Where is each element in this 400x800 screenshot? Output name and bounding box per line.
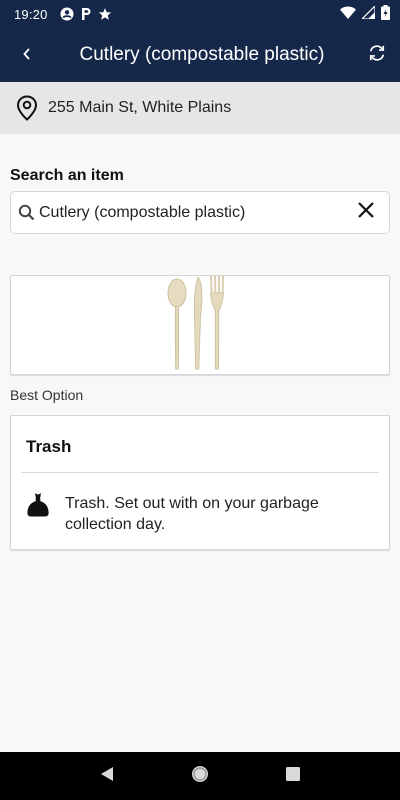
- page-title: Cutlery (compostable plastic): [79, 44, 325, 65]
- option-description: Trash. Set out with on your garbage coll…: [65, 495, 319, 533]
- item-image-card: [10, 275, 390, 375]
- search-label: Search an item: [10, 167, 124, 184]
- refresh-button[interactable]: [354, 28, 400, 82]
- location-bar[interactable]: 255 Main St, White Plains: [0, 82, 400, 134]
- chevron-left-icon: [22, 45, 32, 66]
- signal-icon: [360, 4, 376, 22]
- divider: [21, 472, 379, 473]
- refresh-icon: [367, 43, 387, 68]
- best-option-card[interactable]: Trash Trash. Set out with on your garbag…: [10, 415, 390, 550]
- nav-home-button[interactable]: [180, 756, 220, 796]
- parking-icon: [80, 7, 92, 21]
- status-bar: 19:20: [0, 0, 400, 28]
- recents-square-icon: [285, 766, 301, 787]
- battery-icon: [381, 5, 390, 23]
- best-option-label: Best Option: [10, 387, 84, 403]
- cutlery-image: [165, 273, 235, 378]
- wifi-icon: [340, 6, 356, 22]
- search-icon: [17, 204, 35, 222]
- garbage-bag-icon: [26, 492, 50, 518]
- back-triangle-icon: [99, 766, 115, 787]
- nav-recents-button[interactable]: [273, 756, 313, 796]
- close-icon: [357, 201, 375, 224]
- nav-back-button[interactable]: [87, 756, 127, 796]
- account-circle-icon: [60, 7, 74, 21]
- search-box: [10, 191, 390, 234]
- status-time: 19:20: [14, 6, 48, 22]
- location-pin-icon: [16, 95, 38, 121]
- option-title: Trash: [26, 437, 72, 456]
- search-input[interactable]: [37, 203, 343, 222]
- clear-search-button[interactable]: [343, 191, 389, 234]
- location-address: 255 Main St, White Plains: [48, 99, 232, 116]
- home-circle-icon: [190, 764, 210, 789]
- app-bar: Cutlery (compostable plastic): [0, 28, 400, 82]
- star-icon: [98, 7, 112, 21]
- back-button[interactable]: [0, 28, 54, 82]
- system-nav-bar: [0, 752, 400, 800]
